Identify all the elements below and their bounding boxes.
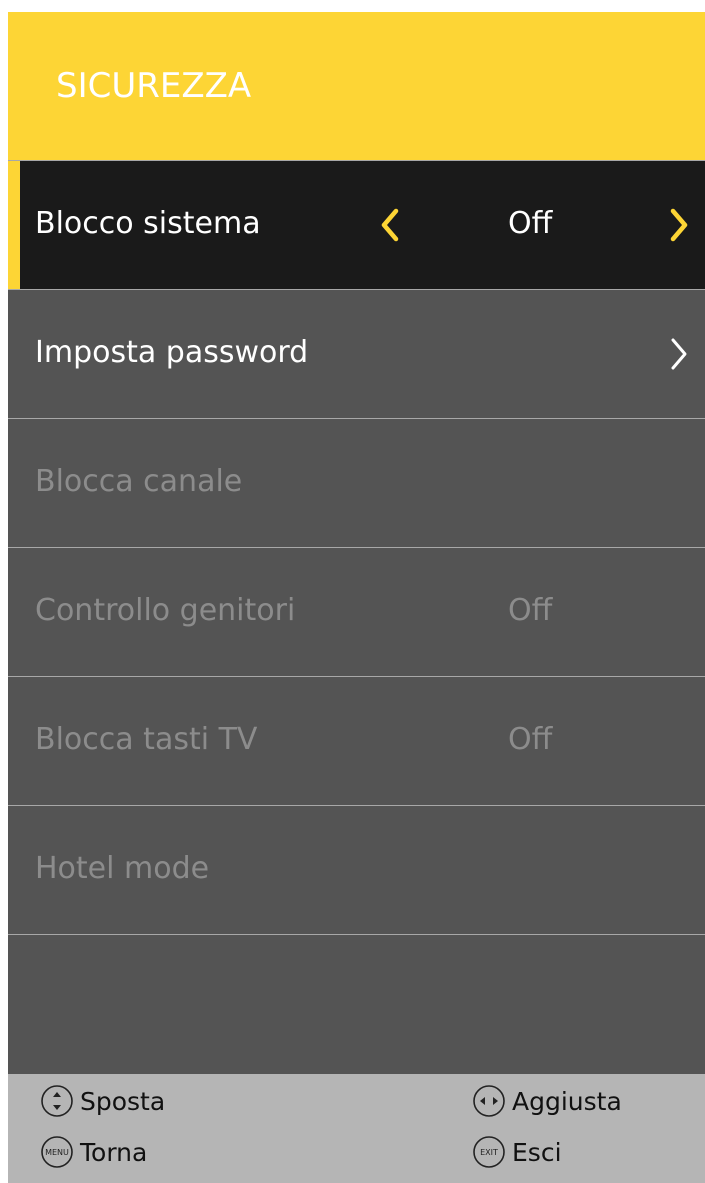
chevron-right-icon[interactable] — [665, 205, 693, 245]
menu-item-blocca-canale: Blocca canale — [8, 418, 705, 547]
left-right-nav-icon — [472, 1084, 506, 1118]
menu-item-blocca-tasti-tv: Blocca tasti TV Off — [8, 676, 705, 805]
chevron-right-icon — [665, 334, 693, 374]
menu-item-value: Off — [508, 722, 553, 757]
menu-item-label: Blocca canale — [35, 464, 243, 499]
svg-text:EXIT: EXIT — [480, 1148, 498, 1157]
security-menu-panel: SICUREZZA Blocco sistema Off Imposta pas… — [8, 12, 705, 1183]
chevron-left-icon[interactable] — [376, 205, 404, 245]
menu-item-controllo-genitori: Controllo genitori Off — [8, 547, 705, 676]
menu-item-value: Off — [508, 206, 553, 241]
menu-empty-row — [8, 934, 705, 1063]
hint-adjust-label: Aggiusta — [512, 1086, 622, 1116]
menu-item-label: Controllo genitori — [35, 593, 296, 628]
up-down-nav-icon — [40, 1084, 74, 1118]
menu-item-value: Off — [508, 593, 553, 628]
hint-back-label: Torna — [80, 1137, 148, 1167]
hint-move: Sposta — [40, 1084, 165, 1118]
hint-back: MENU Torna — [40, 1135, 147, 1169]
menu-item-label: Imposta password — [35, 335, 309, 370]
menu-item-blocco-sistema[interactable]: Blocco sistema Off — [8, 160, 705, 289]
page-title: SICUREZZA — [56, 66, 252, 106]
hint-exit: EXIT Esci — [472, 1135, 562, 1169]
menu-header: SICUREZZA — [8, 12, 705, 160]
menu-key-icon: MENU — [40, 1135, 74, 1169]
menu-item-hotel-mode: Hotel mode — [8, 805, 705, 934]
menu-item-label: Blocca tasti TV — [35, 722, 258, 757]
hint-move-label: Sposta — [80, 1086, 166, 1116]
key-hints-bar: Sposta Aggiusta MENU Torna EXIT Esci — [8, 1074, 705, 1183]
menu-item-label: Blocco sistema — [35, 206, 261, 241]
selection-indicator — [8, 161, 20, 289]
menu-item-label: Hotel mode — [35, 851, 210, 886]
hint-exit-label: Esci — [512, 1137, 562, 1167]
hint-adjust: Aggiusta — [472, 1084, 622, 1118]
menu-item-imposta-password[interactable]: Imposta password — [8, 289, 705, 418]
svg-text:MENU: MENU — [45, 1148, 69, 1157]
menu-list: Blocco sistema Off Imposta password Bloc… — [8, 160, 705, 1063]
exit-key-icon: EXIT — [472, 1135, 506, 1169]
